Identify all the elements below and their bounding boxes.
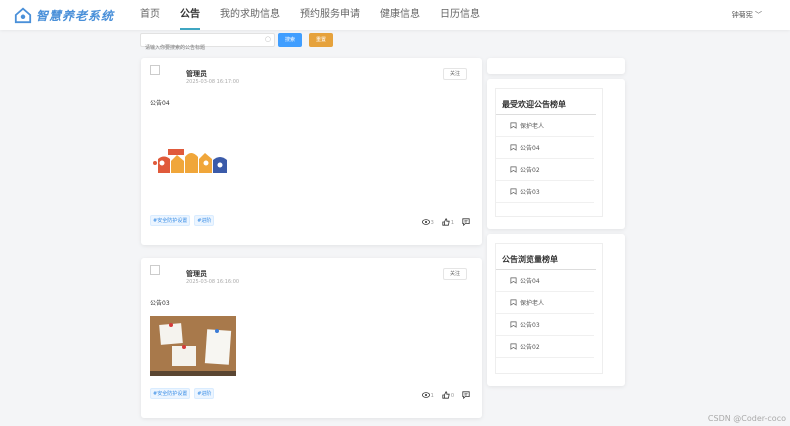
bookmark-icon [510, 166, 517, 173]
tag[interactable]: #进阶 [194, 388, 215, 399]
view-count: 1 [421, 391, 434, 399]
bookmark-icon [510, 299, 517, 306]
eye-icon [421, 392, 430, 398]
ranking-item[interactable]: 公告04 [496, 270, 594, 292]
bookmark-icon [510, 343, 517, 350]
follow-button[interactable]: 关注 [443, 68, 467, 80]
ranking-item[interactable]: 公告04 [496, 137, 594, 159]
tag[interactable]: #进阶 [194, 215, 215, 226]
nav-home[interactable]: 首页 [140, 0, 160, 30]
comment-button[interactable] [462, 391, 470, 399]
corkboard-photo[interactable] [150, 316, 236, 376]
follow-button[interactable]: 关注 [443, 268, 467, 280]
ranking-list: 公告浏览量榜单 公告04 保护老人 公告03 公告02 [495, 243, 603, 374]
bookmark-icon [510, 144, 517, 151]
nav-calendar[interactable]: 日历信息 [440, 0, 480, 30]
post-card[interactable]: 管理员 2025-03-08 16:16:00 关注 公告03 #安全防护设置 … [141, 258, 482, 418]
post-time: 2025-03-08 16:17:00 [186, 79, 240, 85]
like-count[interactable]: 0 [442, 391, 454, 399]
bookmark-icon [510, 277, 517, 284]
post-title[interactable]: 公告03 [150, 298, 170, 307]
tag-list: #安全防护设置 #进阶 [150, 388, 218, 399]
post-author: 管理员 [186, 70, 207, 78]
house-icon [14, 7, 32, 24]
tag[interactable]: #安全防护设置 [150, 388, 191, 399]
post-stats: 1 0 [414, 391, 470, 399]
thumb-up-icon [442, 391, 450, 399]
view-count: 3 [421, 218, 434, 226]
views-ranking-card: 公告浏览量榜单 公告04 保护老人 公告03 公告02 [487, 234, 625, 386]
search-box: ○ [140, 33, 275, 54]
thumb-up-icon [442, 218, 450, 226]
nav-my-help[interactable]: 我的求助信息 [220, 0, 280, 30]
watermark: CSDN @Coder-coco [707, 414, 786, 423]
post-card[interactable]: 管理员 2025-03-08 16:17:00 关注 公告04 #安全防护设置 … [141, 58, 482, 245]
main-nav: 首页 公告 我的求助信息 预约服务申请 健康信息 日历信息 [140, 0, 500, 30]
bookmark-icon [510, 122, 517, 129]
like-count[interactable]: 1 [442, 218, 454, 226]
ranking-item[interactable]: 公告02 [496, 159, 594, 181]
avatar [150, 65, 160, 75]
comment-icon [462, 218, 470, 226]
sidebar-spacer-card [487, 58, 625, 74]
search-input[interactable] [141, 42, 261, 54]
search-icon: ○ [264, 35, 271, 43]
search-button[interactable]: 搜索 [278, 33, 302, 47]
post-time: 2025-03-08 16:16:00 [186, 279, 240, 285]
comment-button[interactable] [462, 218, 470, 226]
comment-icon [462, 391, 470, 399]
bookmark-icon [510, 188, 517, 195]
post-author: 管理员 [186, 270, 207, 278]
eye-icon [421, 219, 430, 225]
ranking-title: 最受欢迎公告榜单 [496, 89, 596, 115]
tag-list: #安全防护设置 #进阶 [150, 215, 218, 226]
nav-booking[interactable]: 预约服务申请 [300, 0, 360, 30]
tag[interactable]: #安全防护设置 [150, 215, 191, 226]
ranking-item[interactable]: 保护老人 [496, 115, 594, 137]
nav-announcements[interactable]: 公告 [180, 0, 200, 30]
nav-health[interactable]: 健康信息 [380, 0, 420, 30]
ranking-item[interactable]: 公告03 [496, 314, 594, 336]
ranking-title: 公告浏览量榜单 [496, 244, 596, 270]
user-menu[interactable]: 钟菊宪 ﹀ [732, 10, 762, 20]
popular-ranking-card: 最受欢迎公告榜单 保护老人 公告04 公告02 公告03 [487, 79, 625, 229]
post-stats: 3 1 [414, 218, 470, 226]
ranking-item[interactable]: 保护老人 [496, 292, 594, 314]
logo[interactable]: 智慧养老系统 [14, 6, 114, 24]
reset-button[interactable]: 重置 [309, 33, 333, 47]
ranking-item[interactable]: 公告02 [496, 336, 594, 358]
ranking-list: 最受欢迎公告榜单 保护老人 公告04 公告02 公告03 [495, 88, 603, 217]
avatar [150, 265, 160, 275]
logo-text: 智慧养老系统 [36, 8, 115, 23]
bookmark-icon [510, 321, 517, 328]
top-bar: 智慧养老系统 首页 公告 我的求助信息 预约服务申请 健康信息 日历信息 钟菊宪… [0, 0, 790, 30]
houses-illustration[interactable] [150, 141, 236, 175]
ranking-item[interactable]: 公告03 [496, 181, 594, 203]
post-title[interactable]: 公告04 [150, 98, 170, 107]
